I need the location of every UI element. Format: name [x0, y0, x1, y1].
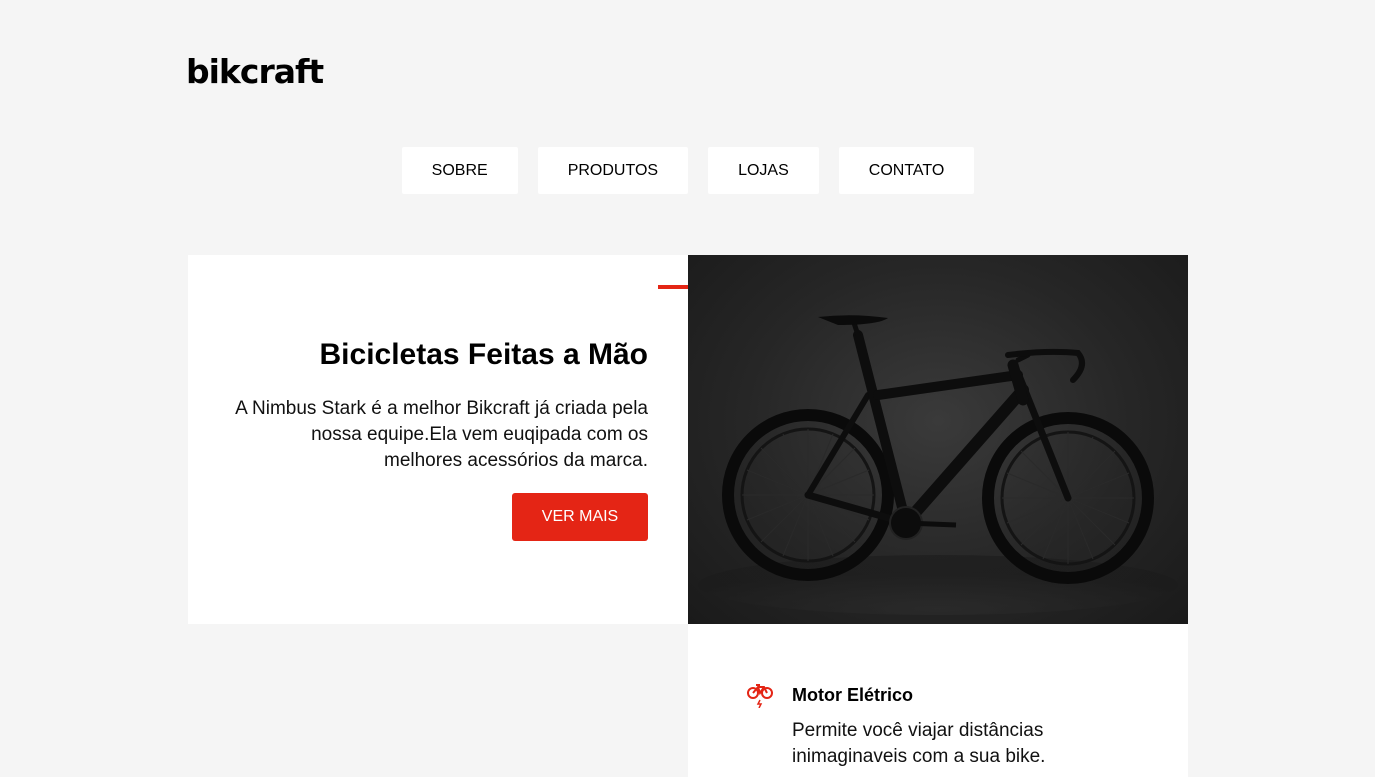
- logo[interactable]: bikcraft: [186, 52, 324, 92]
- intro-description: A Nimbus Stark é a melhor Bikcraft já cr…: [235, 398, 648, 471]
- nav-item-lojas[interactable]: LOJAS: [708, 147, 819, 194]
- features-section: Motor Elétrico Permite você viajar distâ…: [688, 624, 1188, 777]
- ver-mais-button[interactable]: VER MAIS: [512, 493, 648, 541]
- intro-section: Bicicletas Feitas a Mão A Nimbus Stark é…: [188, 255, 688, 624]
- feature-title: Motor Elétrico: [792, 685, 914, 705]
- nav-item-sobre[interactable]: SOBRE: [401, 147, 518, 194]
- nav-item-contato[interactable]: CONTATO: [838, 147, 975, 194]
- electric-bike-icon: [746, 682, 774, 709]
- feature-description: Permite você viajar distâncias inimagina…: [792, 720, 1046, 767]
- intro-title: Bicicletas Feitas a Mão: [319, 338, 648, 371]
- bicycle-illustration: [698, 315, 1178, 615]
- main-nav: SOBRE PRODUTOS LOJAS CONTATO: [0, 147, 1375, 194]
- bicycle-photo: [688, 255, 1188, 624]
- nav-item-produtos[interactable]: PRODUTOS: [537, 147, 689, 194]
